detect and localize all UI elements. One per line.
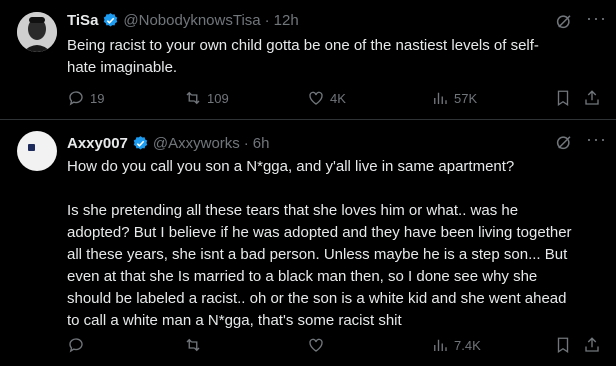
- bookmark-button[interactable]: [554, 336, 572, 354]
- avatar-mark: [28, 144, 35, 151]
- verified-badge-icon: [133, 135, 148, 150]
- bookmark-icon: [557, 337, 569, 354]
- views-icon: [434, 92, 447, 104]
- author-handle[interactable]: @NobodyknowsTisa: [123, 12, 260, 29]
- retweet-button[interactable]: [184, 336, 207, 354]
- reply-button[interactable]: [67, 336, 90, 354]
- reply-button[interactable]: 19: [67, 89, 104, 107]
- share-button[interactable]: [583, 89, 601, 107]
- avatar[interactable]: [17, 131, 57, 171]
- more-icon[interactable]: ···: [586, 129, 607, 150]
- retweet-icon: [186, 91, 200, 105]
- views-button[interactable]: 7.4K: [431, 336, 481, 354]
- author-name[interactable]: Axxy007: [67, 135, 128, 152]
- share-button[interactable]: [583, 336, 601, 354]
- like-button[interactable]: 4K: [307, 89, 346, 107]
- reply-icon: [69, 338, 83, 353]
- like-count: 4K: [330, 90, 346, 106]
- retweet-icon: [186, 338, 200, 352]
- tweet-text: How do you call you son a N*gga, and y'a…: [67, 158, 572, 329]
- verified-badge-icon: [104, 12, 118, 27]
- like-icon: [309, 338, 323, 352]
- reply-count: 19: [90, 90, 105, 106]
- avatar[interactable]: [17, 12, 57, 52]
- tweet-header: TiSa @NobodyknowsTisa · 12h: [67, 10, 299, 30]
- views-icon: [434, 339, 447, 351]
- grok-icon[interactable]: [555, 133, 573, 151]
- bookmark-icon: [557, 90, 569, 107]
- views-count: 57K: [454, 90, 478, 106]
- tweet[interactable]: TiSa @NobodyknowsTisa · 12h ··· Being ra…: [0, 0, 616, 120]
- separator-dot: ·: [243, 134, 249, 152]
- views-button[interactable]: 57K: [431, 89, 477, 107]
- retweet-button[interactable]: 109: [184, 89, 229, 107]
- separator-dot: ·: [264, 11, 270, 29]
- author-handle[interactable]: @Axxyworks: [153, 135, 240, 152]
- share-icon: [585, 90, 599, 105]
- tweet-actions: 7.4K: [67, 336, 607, 356]
- tweet-header: Axxy007 @Axxyworks · 6h: [67, 133, 269, 153]
- share-icon: [585, 337, 599, 352]
- like-icon: [309, 91, 323, 105]
- more-icon[interactable]: ···: [586, 8, 607, 29]
- timestamp[interactable]: 12h: [274, 12, 299, 29]
- views-count: 7.4K: [454, 337, 481, 353]
- timestamp[interactable]: 6h: [253, 135, 270, 152]
- like-button[interactable]: [307, 336, 330, 354]
- bookmark-button[interactable]: [554, 89, 572, 107]
- reply-icon: [69, 91, 83, 106]
- tweet[interactable]: Axxy007 @Axxyworks · 6h ··· How do you c…: [0, 120, 616, 366]
- author-name[interactable]: TiSa: [67, 12, 98, 29]
- tweet-text: Being racist to your own child gotta be …: [67, 37, 539, 76]
- tweet-actions: 19 109 4K 57K: [67, 89, 607, 109]
- retweet-count: 109: [207, 90, 229, 106]
- grok-icon[interactable]: [555, 12, 573, 30]
